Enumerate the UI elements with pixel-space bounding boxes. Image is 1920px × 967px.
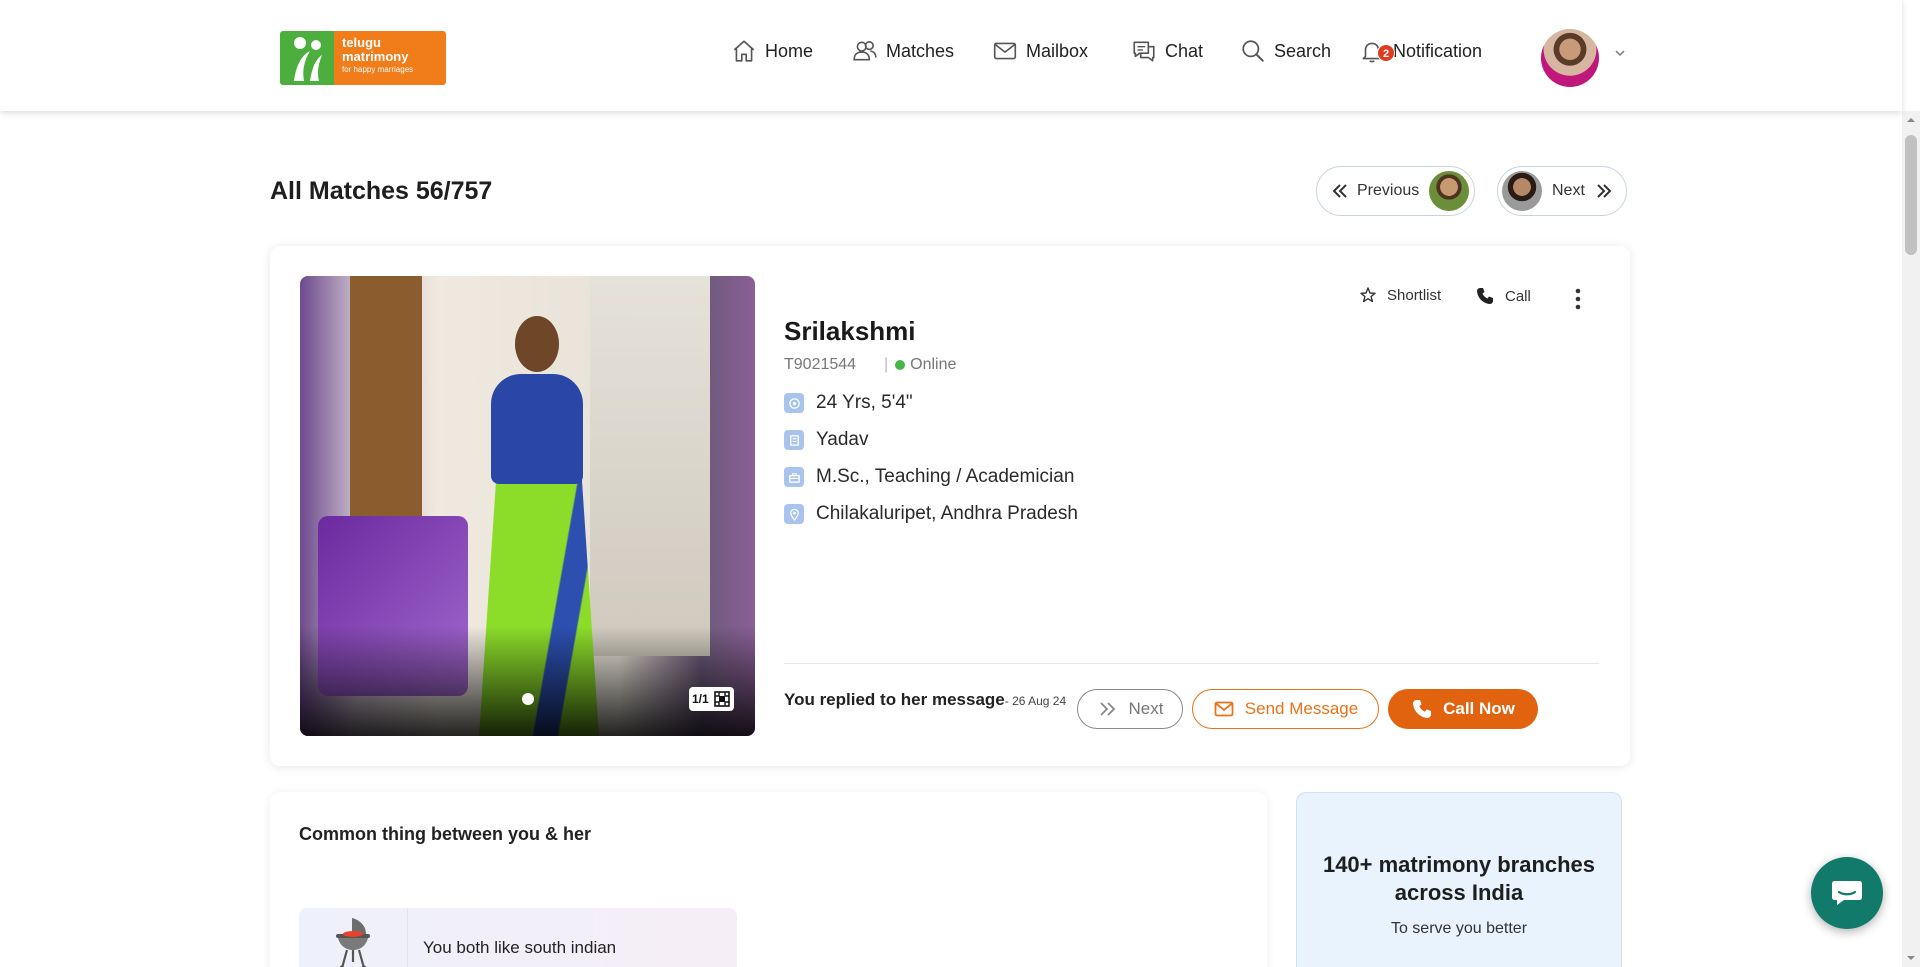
- double-chevron-left-icon: [1332, 184, 1347, 198]
- mail-icon: [993, 42, 1017, 60]
- location-icon: [784, 504, 804, 524]
- online-status-text: Online: [910, 356, 957, 373]
- common-interest-item: You both like south indian: [299, 908, 737, 967]
- nav-home[interactable]: Home: [731, 36, 813, 66]
- next-profile-button[interactable]: Next: [1497, 166, 1627, 216]
- page-scrollbar[interactable]: [1902, 111, 1920, 967]
- branches-subtitle: To serve you better: [1390, 920, 1528, 937]
- common-interests-title: Common thing between you & her: [299, 824, 592, 844]
- telugu-matrimony-logo[interactable]: telugu matrimony for happy marriages: [280, 31, 446, 85]
- card-divider: [784, 663, 1599, 664]
- profile-card: 1/1 Srilakshmi T9021544 | Online 24 Yrs,…: [270, 246, 1630, 766]
- double-chevron-right-icon: [1099, 702, 1115, 716]
- scroll-up-arrow-icon[interactable]: [1906, 115, 1916, 125]
- call-now-label: Call Now: [1443, 699, 1515, 718]
- age-height-text: 24 Yrs, 5'4": [816, 392, 913, 413]
- user-avatar[interactable]: [1541, 29, 1599, 87]
- previous-profile-thumbnail: [1429, 171, 1470, 211]
- matches-icon: [853, 40, 877, 61]
- education-icon: [784, 467, 804, 487]
- more-options-icon[interactable]: [1568, 287, 1588, 311]
- call-link-button[interactable]: Call: [1475, 286, 1531, 306]
- call-now-button[interactable]: Call Now: [1388, 689, 1538, 729]
- logo-mark-icon: [280, 31, 334, 85]
- common-interest-iconbox: [299, 908, 408, 967]
- next-button-label: Next: [1128, 699, 1164, 718]
- replied-text: You replied to her message: [784, 690, 1005, 709]
- common-interest-text: You both like south indian: [423, 938, 617, 957]
- profile-photo[interactable]: 1/1: [300, 276, 755, 736]
- search-icon: [1242, 40, 1264, 62]
- logo-tagline: for happy marriages: [342, 65, 414, 75]
- phone-icon: [1477, 288, 1493, 304]
- notification-count-badge: 2: [1377, 44, 1395, 62]
- double-chevron-right-icon: [1597, 184, 1612, 198]
- profile-id: T9021544: [784, 356, 857, 373]
- common-interests-card: Common thing between you & her You both …: [270, 792, 1267, 967]
- nav-matches[interactable]: Matches: [852, 36, 954, 66]
- photo-head: [515, 316, 559, 372]
- profile-name: Srilakshmi: [784, 316, 916, 346]
- next-label: Next: [1552, 182, 1585, 199]
- replied-status: You replied to her message- 26 Aug 24: [784, 690, 1066, 710]
- home-icon: [733, 40, 755, 62]
- page-title: All Matches 56/757: [270, 177, 493, 205]
- call-label: Call: [1505, 287, 1531, 305]
- scrollbar-thumb[interactable]: [1905, 135, 1917, 255]
- online-status: | Online: [884, 356, 956, 374]
- branches-title: 140+ matrimony branches across India: [1322, 852, 1596, 905]
- star-icon: [1360, 287, 1376, 303]
- nav-chat[interactable]: Chat: [1131, 36, 1203, 66]
- scroll-down-arrow-icon[interactable]: [1906, 953, 1916, 963]
- detail-community: Yadav: [784, 429, 868, 451]
- nav-mailbox[interactable]: Mailbox: [992, 36, 1088, 66]
- carousel-dot[interactable]: [522, 693, 534, 705]
- detail-education: M.Sc., Teaching / Academician: [784, 466, 1074, 488]
- education-text: M.Sc., Teaching / Academician: [816, 466, 1075, 487]
- online-dot-icon: [895, 360, 906, 370]
- photo-gradient: [300, 626, 755, 736]
- detail-age-height: 24 Yrs, 5'4": [784, 392, 913, 414]
- chevron-down-icon[interactable]: [1613, 46, 1627, 60]
- send-message-button[interactable]: Send Message: [1192, 689, 1379, 729]
- nav-mailbox-label: Mailbox: [1026, 40, 1089, 61]
- logo-line-1: telugu: [342, 35, 381, 50]
- id-separator: |: [884, 356, 889, 373]
- nav-search-label: Search: [1274, 40, 1332, 61]
- next-profile-thumbnail: [1502, 171, 1542, 211]
- nav-chat-label: Chat: [1165, 40, 1204, 61]
- branches-banner[interactable]: 140+ matrimony branches across India To …: [1296, 792, 1622, 967]
- barbecue-grill-icon: [336, 918, 370, 967]
- location-text: Chilakaluripet, Andhra Pradesh: [816, 503, 1078, 524]
- photo-count-badge[interactable]: 1/1: [689, 687, 734, 711]
- previous-label: Previous: [1357, 182, 1420, 199]
- nav-search[interactable]: Search: [1240, 36, 1331, 66]
- chat-support-button[interactable]: [1811, 857, 1883, 929]
- shortlist-button[interactable]: Shortlist: [1359, 286, 1441, 304]
- shortlist-label: Shortlist: [1387, 286, 1442, 304]
- next-button[interactable]: Next: [1077, 689, 1183, 729]
- previous-profile-button[interactable]: Previous: [1316, 166, 1475, 216]
- nav-matches-label: Matches: [886, 40, 955, 61]
- photo-shelf: [590, 276, 710, 656]
- logo-wordmark: telugu matrimony for happy marriages: [334, 31, 446, 85]
- chat-bubble-icon: [1832, 881, 1862, 905]
- nav-notification-label: Notification: [1393, 40, 1483, 61]
- detail-location: Chilakaluripet, Andhra Pradesh: [784, 503, 1078, 525]
- send-message-label: Send Message: [1244, 699, 1359, 718]
- photo-count-text: 1/1: [692, 692, 709, 706]
- gallery-icon: [713, 691, 730, 707]
- chat-icon: [1133, 41, 1155, 62]
- mail-icon: [1214, 701, 1234, 717]
- phone-icon: [1413, 700, 1432, 718]
- community-text: Yadav: [816, 429, 869, 450]
- photo-door: [350, 276, 422, 526]
- community-icon: [784, 430, 804, 450]
- photo-blouse: [491, 374, 583, 484]
- nav-home-label: Home: [765, 40, 814, 61]
- age-icon: [784, 393, 804, 413]
- logo-line-2: matrimony: [342, 48, 409, 64]
- top-header: telugu matrimony for happy marriages Hom…: [0, 0, 1902, 111]
- replied-date: - 26 Aug 24: [1004, 694, 1067, 708]
